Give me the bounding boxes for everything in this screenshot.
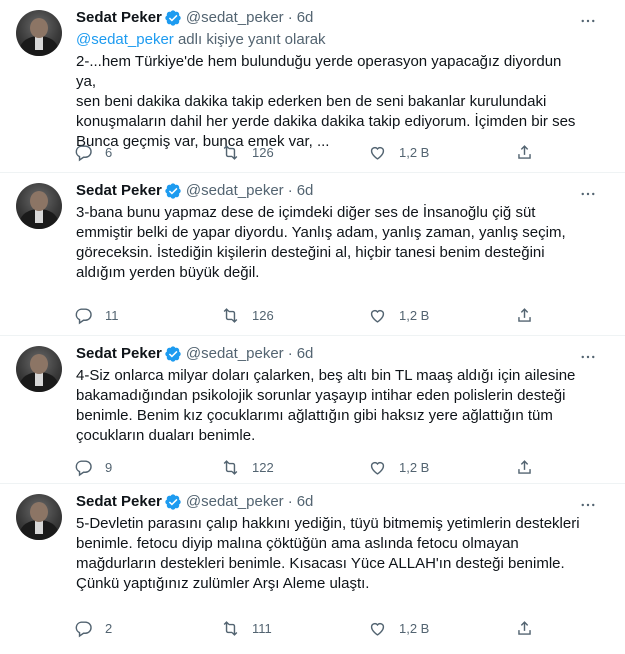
more-icon[interactable] <box>579 185 597 203</box>
reply-context: @sedat_peker adlı kişiye yanıt olarak <box>76 30 609 50</box>
timestamp[interactable]: 6d <box>297 8 314 28</box>
tweet-header: Sedat Peker @sedat_peker · 6d <box>76 181 609 201</box>
reply-mention-link[interactable]: @sedat_peker <box>76 31 174 48</box>
reply-count: 11 <box>105 307 119 323</box>
retweet-count: 126 <box>252 307 274 323</box>
avatar[interactable] <box>16 346 62 392</box>
avatar-column <box>16 181 68 335</box>
timeline: Sedat Peker @sedat_peker · 6d @sedat_pek… <box>0 0 625 654</box>
retweet-icon <box>223 145 238 160</box>
more-icon[interactable] <box>579 348 597 366</box>
retweet-icon <box>223 621 238 636</box>
handle[interactable]: @sedat_peker <box>186 8 284 28</box>
tweet-text: 2-...hem Türkiye'de hem bulunduğu yerde … <box>76 53 576 150</box>
more-icon[interactable] <box>579 12 597 30</box>
handle[interactable]: @sedat_peker <box>186 344 284 364</box>
reply-icon <box>75 621 92 638</box>
share-button[interactable] <box>515 619 535 638</box>
handle[interactable]: @sedat_peker <box>186 181 284 201</box>
display-name[interactable]: Sedat Peker <box>76 181 162 201</box>
separator-dot: · <box>287 9 293 26</box>
tweet-actions: 2 111 1,2 B <box>74 619 535 638</box>
tweet-actions: 6 126 1,2 B <box>74 143 535 162</box>
share-button[interactable] <box>515 458 535 477</box>
separator-dot: · <box>287 345 293 362</box>
reply-count: 6 <box>105 144 113 160</box>
reply-context-text: adlı kişiye yanıt olarak <box>173 31 326 48</box>
share-icon <box>518 145 531 159</box>
tweet-text: 4-Siz onlarca milyar doları çalarken, be… <box>76 367 576 444</box>
handle[interactable]: @sedat_peker <box>186 492 284 512</box>
like-count: 1,2 B <box>399 144 430 160</box>
tweet-actions: 9 122 1,2 B <box>74 458 535 477</box>
like-icon <box>370 146 385 160</box>
tweet-text: 3-bana bunu yapmaz dese de içimdeki diğe… <box>76 204 566 281</box>
display-name[interactable]: Sedat Peker <box>76 492 162 512</box>
reply-button[interactable]: 6 <box>74 143 164 162</box>
reply-count: 2 <box>105 620 113 636</box>
tweet-actions: 11 126 1,2 B <box>74 306 535 325</box>
separator-dot: · <box>287 182 293 199</box>
like-count: 1,2 B <box>399 459 430 475</box>
retweet-button[interactable]: 126 <box>221 306 311 325</box>
reply-icon <box>75 145 92 162</box>
tweet[interactable]: Sedat Peker @sedat_peker · 6d 3-bana bun… <box>0 173 625 336</box>
like-icon <box>370 309 385 323</box>
share-icon <box>518 460 531 474</box>
like-button[interactable]: 1,2 B <box>368 306 458 325</box>
more-icon[interactable] <box>579 496 597 514</box>
retweet-count: 126 <box>252 144 274 160</box>
reply-count: 9 <box>105 459 113 475</box>
reply-button[interactable]: 9 <box>74 458 164 477</box>
display-name[interactable]: Sedat Peker <box>76 344 162 364</box>
tweet-header: Sedat Peker @sedat_peker · 6d <box>76 344 609 364</box>
reply-button[interactable]: 11 <box>74 306 164 325</box>
reply-icon <box>75 460 92 477</box>
timestamp[interactable]: 6d <box>297 344 314 364</box>
like-button[interactable]: 1,2 B <box>368 143 458 162</box>
like-icon <box>370 622 385 636</box>
retweet-count: 111 <box>252 620 272 636</box>
timestamp[interactable]: 6d <box>297 181 314 201</box>
tweet[interactable]: Sedat Peker @sedat_peker · 6d 5-Devletin… <box>0 484 625 654</box>
like-count: 1,2 B <box>399 620 430 636</box>
retweet-button[interactable]: 111 <box>221 619 311 638</box>
verified-badge-icon <box>165 183 181 199</box>
tweet-text: 5-Devletin parasını çalıp hakkını yediği… <box>76 515 580 592</box>
reply-icon <box>75 308 92 325</box>
verified-badge-icon <box>165 10 181 26</box>
share-button[interactable] <box>515 143 535 162</box>
avatar[interactable] <box>16 494 62 540</box>
like-icon <box>370 461 385 475</box>
like-button[interactable]: 1,2 B <box>368 619 458 638</box>
share-icon <box>518 308 531 322</box>
separator-dot: · <box>287 493 293 510</box>
avatar-column <box>16 492 68 654</box>
tweet[interactable]: Sedat Peker @sedat_peker · 6d @sedat_pek… <box>0 0 625 173</box>
avatar-column <box>16 8 68 172</box>
avatar[interactable] <box>16 10 62 56</box>
verified-badge-icon <box>165 346 181 362</box>
retweet-icon <box>223 308 238 323</box>
timestamp[interactable]: 6d <box>297 492 314 512</box>
retweet-button[interactable]: 122 <box>221 458 311 477</box>
reply-button[interactable]: 2 <box>74 619 164 638</box>
avatar-column <box>16 344 68 483</box>
verified-badge-icon <box>165 494 181 510</box>
avatar[interactable] <box>16 183 62 229</box>
retweet-count: 122 <box>252 459 274 475</box>
tweet-header: Sedat Peker @sedat_peker · 6d <box>76 492 609 512</box>
share-icon <box>518 621 531 635</box>
retweet-button[interactable]: 126 <box>221 143 311 162</box>
tweet[interactable]: Sedat Peker @sedat_peker · 6d 4-Siz onla… <box>0 336 625 484</box>
tweet-header: Sedat Peker @sedat_peker · 6d <box>76 8 609 28</box>
like-count: 1,2 B <box>399 307 430 323</box>
display-name[interactable]: Sedat Peker <box>76 8 162 28</box>
share-button[interactable] <box>515 306 535 325</box>
like-button[interactable]: 1,2 B <box>368 458 458 477</box>
retweet-icon <box>223 460 238 475</box>
